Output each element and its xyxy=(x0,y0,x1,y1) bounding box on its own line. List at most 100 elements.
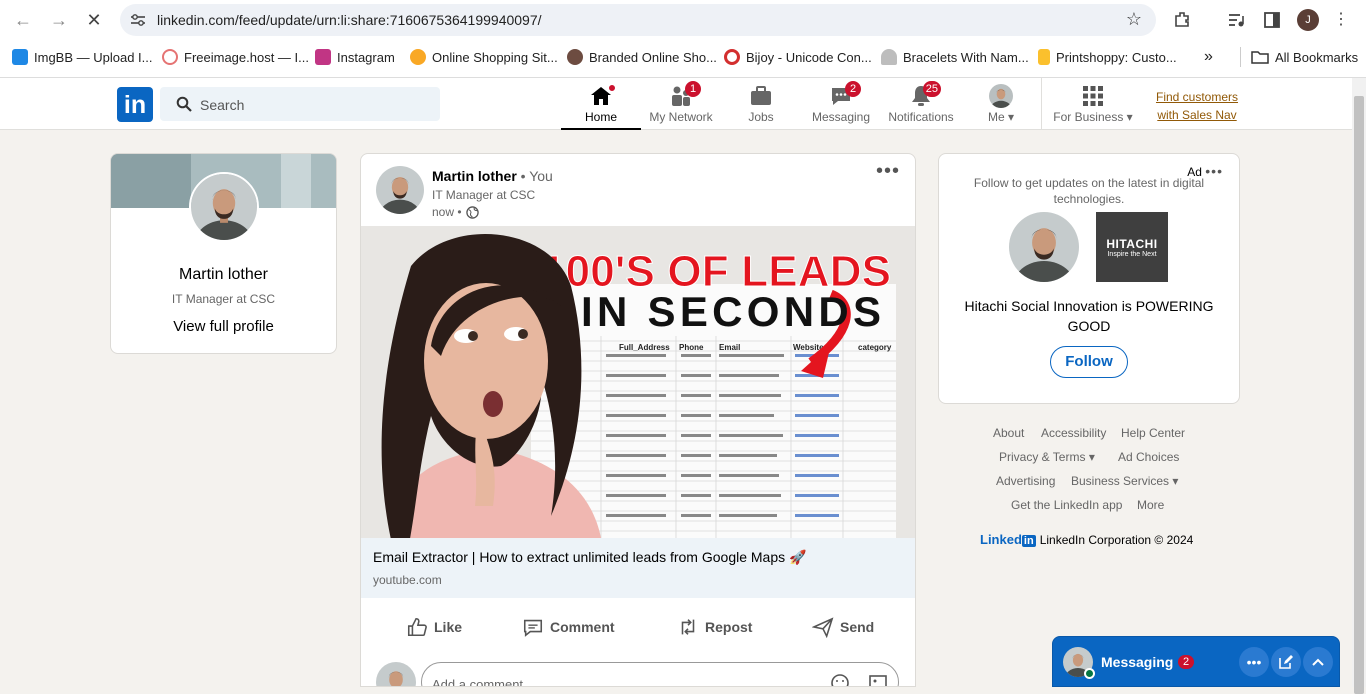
extensions-icon[interactable] xyxy=(1172,10,1192,30)
footer-link[interactable]: Accessibility xyxy=(1041,426,1106,440)
footer-link[interactable]: Business Services ▾ xyxy=(1071,474,1178,488)
commenter-avatar xyxy=(376,662,416,686)
footer-link[interactable]: Help Center xyxy=(1121,426,1185,440)
scrollbar-thumb[interactable] xyxy=(1354,96,1364,694)
bracelet-icon xyxy=(881,49,897,65)
home-icon xyxy=(589,83,617,108)
profile-headline: IT Manager at CSC xyxy=(171,292,276,306)
browser-menu-icon[interactable]: ⋮ xyxy=(1330,9,1352,31)
video-thumbnail[interactable]: Full_Address Phone Email Website categor… xyxy=(361,226,915,538)
address-bar[interactable]: linkedin.com/feed/update/urn:li:share:71… xyxy=(120,4,1156,36)
media-control-icon[interactable] xyxy=(1226,10,1246,30)
nav-messaging[interactable]: 2 Messaging xyxy=(801,78,881,130)
all-bookmarks-button[interactable]: All Bookmarks xyxy=(1240,47,1358,67)
repost-icon xyxy=(681,619,695,635)
like-button[interactable]: Like xyxy=(406,612,462,642)
chevron-up-icon[interactable] xyxy=(1303,647,1333,677)
nav-home[interactable]: Home xyxy=(561,78,641,130)
nav-notifications[interactable]: 25 Notifications xyxy=(881,78,961,130)
post-more-icon[interactable]: ••• xyxy=(876,160,900,183)
nav-me[interactable]: Me ▾ xyxy=(971,78,1031,130)
bookmark-item[interactable]: Branded Online Sho... xyxy=(567,47,717,67)
page-scrollbar[interactable] xyxy=(1352,78,1366,694)
compose-icon[interactable] xyxy=(1271,647,1301,677)
bookmark-star-icon[interactable]: ☆ xyxy=(1126,9,1142,30)
bookmark-item[interactable]: Freeimage.host — I... xyxy=(162,47,309,67)
chevron-down-icon: ▾ xyxy=(1126,110,1133,124)
linkedin-header: in Search Home 1 My Network Jobs 2 Messa… xyxy=(0,78,1352,130)
bookmark-item[interactable]: Bracelets With Nam... xyxy=(881,47,1029,67)
sales-nav-promo-link[interactable]: Find customers with Sales Nav xyxy=(1152,88,1242,124)
browser-profile-avatar[interactable]: J xyxy=(1297,9,1319,31)
search-icon xyxy=(176,96,192,112)
bookmark-item[interactable]: Instagram xyxy=(315,47,395,67)
hitachi-logo[interactable]: HITACHI Inspire the Next xyxy=(1096,212,1168,282)
bell-icon: 25 xyxy=(909,81,941,108)
image-icon[interactable] xyxy=(868,673,888,687)
ad-user-avatar xyxy=(1009,212,1079,282)
imgbb-icon xyxy=(12,49,28,65)
link-preview[interactable]: Email Extractor | How to extract unlimit… xyxy=(361,538,915,598)
ad-title[interactable]: Hitachi Social Innovation is POWERING GO… xyxy=(949,296,1229,336)
side-panel-icon[interactable] xyxy=(1262,10,1282,30)
bookmark-item[interactable]: Printshoppy: Custo... xyxy=(1038,47,1177,67)
messaging-label[interactable]: Messaging xyxy=(1101,654,1173,670)
linkedin-wordmark: Linked in xyxy=(980,532,1036,547)
comment-button[interactable]: Comment xyxy=(522,612,615,642)
like-icon xyxy=(407,617,427,637)
footer-link[interactable]: Get the LinkedIn app xyxy=(1011,498,1122,512)
stop-loading-icon[interactable]: ✕ xyxy=(83,9,105,31)
me-avatar xyxy=(989,84,1013,108)
network-icon: 1 xyxy=(669,81,701,108)
sheet-column-label: Full_Address xyxy=(619,343,670,352)
chevron-down-icon: ▾ xyxy=(1088,450,1095,464)
profile-name[interactable]: Martin lother xyxy=(111,266,336,284)
link-preview-source: youtube.com xyxy=(373,573,442,587)
footer-link[interactable]: Ad Choices xyxy=(1118,450,1179,464)
woman-figure xyxy=(381,233,601,538)
send-button[interactable]: Send xyxy=(812,612,874,642)
post-card: Martin lother • You IT Manager at CSC no… xyxy=(360,153,916,687)
online-status-icon xyxy=(1084,668,1095,679)
messaging-more-icon[interactable]: ••• xyxy=(1239,647,1269,677)
follow-button[interactable]: Follow xyxy=(1050,346,1128,378)
messaging-icon: 2 xyxy=(829,81,861,108)
comment-input[interactable]: Add a comment... xyxy=(421,662,899,687)
freeimage-icon xyxy=(162,49,178,65)
instagram-icon xyxy=(315,49,331,65)
repost-button[interactable]: Repost xyxy=(677,612,752,642)
briefcase-icon xyxy=(749,84,773,108)
bookmark-item[interactable]: Online Shopping Sit... xyxy=(410,47,558,67)
sheet-column-label: category xyxy=(858,343,892,352)
folder-icon xyxy=(1251,51,1269,64)
view-profile-link[interactable]: View full profile xyxy=(111,318,336,335)
more-bookmarks-icon[interactable]: » xyxy=(1204,47,1213,67)
messaging-overlay[interactable]: Messaging 2 ••• xyxy=(1052,636,1340,687)
nav-jobs[interactable]: Jobs xyxy=(721,78,801,130)
url-text[interactable]: linkedin.com/feed/update/urn:li:share:71… xyxy=(157,12,542,28)
footer-link[interactable]: Privacy & Terms ▾ xyxy=(999,450,1095,464)
profile-avatar[interactable] xyxy=(189,172,259,242)
link-preview-title[interactable]: Email Extractor | How to extract unlimit… xyxy=(373,549,806,566)
footer-link[interactable]: About xyxy=(993,426,1024,440)
forward-icon[interactable]: → xyxy=(48,9,70,31)
sheet-column-label: Phone xyxy=(679,343,704,352)
divider xyxy=(1041,78,1042,130)
site-info-icon[interactable] xyxy=(130,13,146,27)
author-avatar[interactable] xyxy=(376,166,424,214)
bookmark-item[interactable]: Bijoy - Unicode Con... xyxy=(724,47,872,67)
footer-link[interactable]: More xyxy=(1137,498,1164,512)
profile-card: Martin lother IT Manager at CSC View ful… xyxy=(110,153,337,354)
bookmark-item[interactable]: ImgBB — Upload I... xyxy=(12,47,153,67)
emoji-icon[interactable] xyxy=(830,673,850,687)
bijoy-icon xyxy=(724,49,740,65)
globe-icon xyxy=(465,205,479,219)
linkedin-logo[interactable]: in xyxy=(117,87,153,122)
back-icon[interactable]: ← xyxy=(12,9,34,31)
search-input[interactable]: Search xyxy=(160,87,440,121)
nav-my-network[interactable]: 1 My Network xyxy=(641,78,721,130)
messaging-badge: 2 xyxy=(1178,655,1194,669)
send-icon xyxy=(812,617,834,638)
nav-for-business[interactable]: For Business ▾ xyxy=(1050,78,1136,130)
footer-link[interactable]: Advertising xyxy=(996,474,1055,488)
